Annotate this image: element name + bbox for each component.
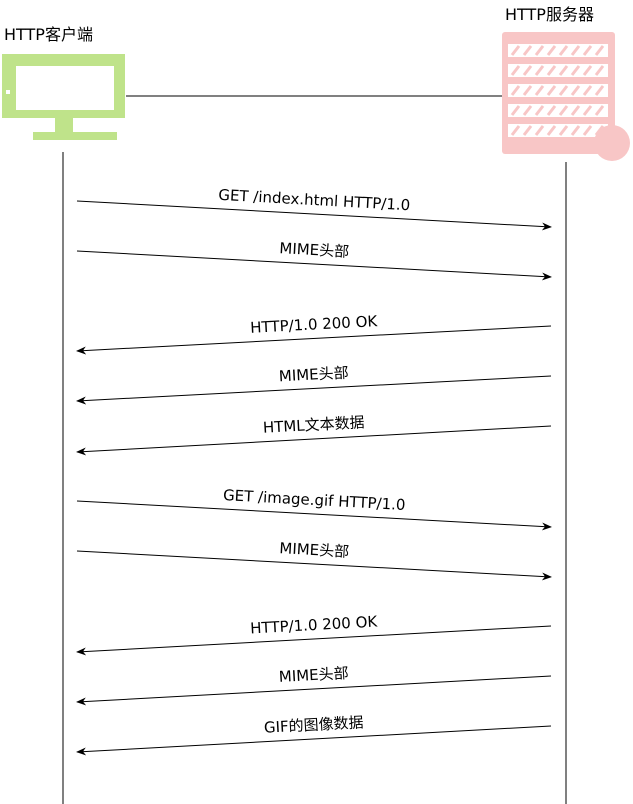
message-label: HTTP/1.0 200 OK: [250, 612, 379, 637]
server-slot: [508, 104, 608, 117]
message-label: MIME头部: [278, 664, 349, 686]
message-label: HTTP/1.0 200 OK: [250, 312, 379, 337]
message-label: MIME头部: [279, 539, 350, 561]
message-label: MIME头部: [278, 364, 349, 386]
message-label: GET /image.gif HTTP/1.0: [223, 486, 406, 514]
message-label: HTML文本数据: [262, 413, 365, 437]
server-slot: [508, 124, 608, 137]
client-label: HTTP客户端: [4, 25, 93, 44]
server-slot: [508, 44, 608, 57]
desktop-computer-icon: [2, 54, 125, 140]
server-label: HTTP服务器: [505, 5, 594, 24]
server-slot: [508, 84, 608, 97]
server-slot: [508, 64, 608, 77]
message-list: GET /index.html HTTP/1.0MIME头部HTTP/1.0 2…: [76, 186, 552, 756]
server-rack-icon: [502, 32, 630, 161]
message-label: GIF的图像数据: [263, 713, 364, 736]
sequence-diagram: HTTP客户端 HTTP服务器 GET /index.html HTTP/1.0…: [2, 5, 630, 804]
message-label: MIME头部: [279, 239, 350, 261]
